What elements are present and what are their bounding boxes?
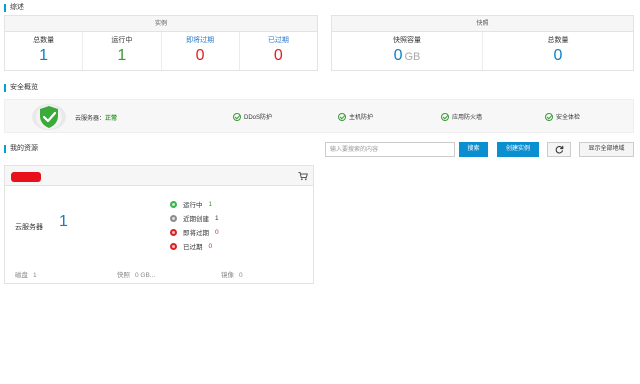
- stat-value: 0 GB: [332, 46, 482, 67]
- footer-value: 1: [33, 272, 37, 279]
- footer-disk[interactable]: 磁盘 1: [15, 269, 37, 279]
- status-label: 近期创建: [183, 216, 209, 223]
- check-circle-icon: [233, 112, 241, 121]
- security-item-label: DDoS防护: [244, 115, 273, 121]
- footer-image[interactable]: 镜像 0: [221, 269, 243, 279]
- check-circle-icon: [338, 112, 346, 121]
- resource-count[interactable]: 1: [59, 213, 68, 231]
- stat-label: 总数量: [547, 37, 569, 44]
- status-value: 1: [208, 200, 213, 208]
- check-circle-icon: [545, 112, 553, 121]
- resources-title: 我的资源: [4, 145, 38, 153]
- shield-icon: [29, 103, 69, 131]
- server-security-value: 正常: [105, 116, 118, 122]
- resource-card-footer: 磁盘 1 快照 0 GB... 镜像 0: [5, 265, 313, 283]
- stat-label: 运行中: [111, 37, 133, 44]
- security-item-waf[interactable]: 应用防火墙: [441, 112, 482, 121]
- security-item-label: 主机防护: [349, 115, 374, 121]
- snapshots-card: 快照 快照容量 0 GB 总数量 0: [331, 15, 634, 71]
- stat-value: 0: [195, 47, 205, 64]
- footer-label: 镜像: [221, 272, 234, 279]
- stat-label: 快照容量: [393, 37, 421, 44]
- stat-snapshot-capacity[interactable]: 快照容量 0 GB: [332, 32, 483, 70]
- status-recently-created[interactable]: 近期创建 1: [170, 211, 219, 225]
- resource-card-header: [5, 166, 313, 186]
- security-item-checkup[interactable]: 安全体检: [545, 112, 580, 121]
- stat-snapshot-total[interactable]: 总数量 0: [483, 32, 633, 70]
- search-button[interactable]: 搜索: [459, 142, 488, 157]
- status-label: 已过期: [183, 244, 203, 251]
- instances-card-title: 实例: [5, 16, 317, 32]
- check-circle-icon: [441, 112, 449, 121]
- footer-label: 磁盘: [15, 272, 28, 279]
- resource-name: 云服务器: [15, 224, 43, 231]
- footer-snapshot[interactable]: 快照 0 GB...: [117, 269, 155, 279]
- stat-value: 1: [39, 47, 49, 64]
- stat-value: 1: [117, 47, 127, 64]
- stat-total-instances[interactable]: 总数量 1: [5, 32, 84, 70]
- security-title: 安全概览: [4, 84, 38, 92]
- overview-title: 综述: [4, 4, 24, 12]
- search-input[interactable]: [325, 142, 455, 157]
- refresh-icon: [555, 145, 563, 154]
- status-expired[interactable]: 已过期 0: [170, 239, 219, 253]
- footer-value: 0: [239, 272, 243, 279]
- stat-running-instances[interactable]: 运行中 1: [83, 32, 162, 70]
- status-label: 即将过期: [183, 230, 209, 237]
- server-security-status: 云服务器：正常: [75, 113, 117, 122]
- status-dot-icon: [170, 242, 177, 250]
- stat-expiring-instances[interactable]: 即将过期 0: [162, 32, 240, 70]
- redacted-region-label: [11, 172, 41, 182]
- resource-status-list: 运行中 1 近期创建 1 即将过期 0 已过期 0: [170, 197, 219, 253]
- stat-unit: GB: [404, 51, 421, 63]
- stat-expired-instances[interactable]: 已过期 0: [240, 32, 317, 70]
- stat-label: 已过期: [267, 37, 289, 44]
- stat-value: 0: [553, 47, 563, 64]
- show-all-regions-button[interactable]: 显示全部地域: [579, 142, 634, 157]
- footer-value: 0 GB...: [135, 272, 156, 279]
- security-item-host[interactable]: 主机防护: [338, 112, 373, 121]
- stat-label: 即将过期: [186, 37, 215, 44]
- security-item-label: 安全体检: [556, 115, 581, 121]
- footer-label: 快照: [117, 272, 130, 279]
- server-security-label: 云服务器：: [75, 116, 106, 122]
- security-bar: 云服务器：正常 DDoS防护 主机防护 应用防火墙 安全体检: [4, 99, 634, 133]
- status-value: 0: [215, 228, 219, 236]
- security-item-label: 应用防火墙: [452, 115, 483, 121]
- status-dot-icon: [170, 214, 177, 222]
- snapshots-card-title: 快照: [332, 16, 633, 32]
- status-dot-icon: [170, 228, 177, 236]
- status-running[interactable]: 运行中 1: [170, 197, 219, 211]
- refresh-button[interactable]: [547, 142, 571, 157]
- status-expiring[interactable]: 即将过期 0: [170, 225, 219, 239]
- cloud-server-resource-card[interactable]: 云服务器 1 运行中 1 近期创建 1 即将过期 0 已过期 0 磁盘 1 快照 0…: [4, 165, 314, 284]
- status-value: 1: [215, 214, 219, 222]
- security-item-ddos[interactable]: DDoS防护: [233, 112, 272, 121]
- cart-icon[interactable]: [298, 171, 308, 181]
- stat-label: 总数量: [33, 37, 55, 44]
- create-instance-button[interactable]: 创建实例: [497, 142, 539, 157]
- status-value: 0: [208, 242, 213, 250]
- stat-value: 0: [273, 47, 283, 64]
- status-dot-icon: [170, 200, 177, 208]
- status-label: 运行中: [183, 202, 203, 209]
- stat-value-number: 0: [393, 47, 403, 64]
- instances-card: 实例 总数量 1 运行中 1 即将过期 0 已过期 0: [4, 15, 318, 71]
